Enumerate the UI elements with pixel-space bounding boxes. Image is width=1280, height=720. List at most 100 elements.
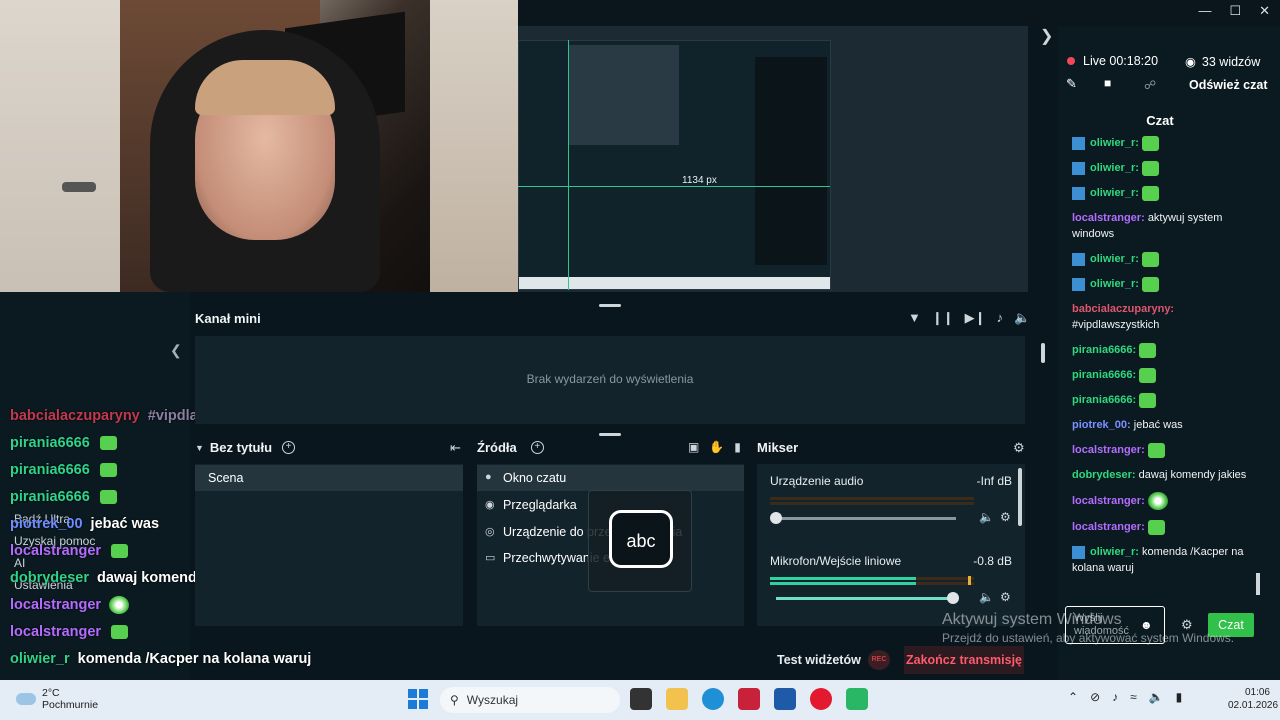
battery-icon[interactable]: ▮ [1176,690,1183,704]
emote-icon [1139,392,1157,408]
chat-username[interactable]: pirania6666: [1072,344,1136,356]
volume-slider-knob[interactable] [947,592,959,604]
gear-icon[interactable]: ⚙ [1013,440,1025,456]
scene-transition-icon[interactable]: ⇤ [450,440,461,456]
end-stream-button[interactable]: Zakończ transmisję [904,646,1024,674]
microphone-icon[interactable]: ♪ [1112,690,1118,704]
sources-toolbar: ▣ ✋ ▮ [688,440,741,454]
taskbar-search[interactable]: ⚲ Wyszukaj [440,687,620,713]
mcafee-icon[interactable] [738,688,760,710]
overlay-chat-user: piotrek_00 [10,515,83,532]
chat-message: oliwier_r: komenda /Kacper na kolana war… [1072,544,1260,576]
chat-username[interactable]: babcialaczuparyny: [1072,303,1174,315]
chevron-down-icon[interactable]: ▼ [195,443,204,453]
chat-username[interactable]: localstranger: [1072,444,1145,456]
audio-meter [770,582,974,585]
activation-title: Aktywuj system Windows [942,611,1122,628]
opera-icon[interactable] [810,688,832,710]
chevron-left-icon[interactable]: ❮ [170,342,182,359]
chat-username[interactable]: oliwier_r: [1090,187,1139,199]
wifi-icon[interactable]: ≈ [1130,690,1137,704]
add-source-icon[interactable]: + [530,441,544,454]
overlay-chat-user: oliwier_r [10,650,70,667]
record-button[interactable]: REC [868,650,890,670]
chat-username[interactable]: pirania6666: [1072,369,1136,381]
hand-icon[interactable]: ✋ [709,440,724,454]
emote-icon [1147,492,1168,510]
chat-username[interactable]: oliwier_r: [1090,253,1139,265]
skip-icon[interactable]: ▶❙ [965,310,986,326]
refresh-chat-button[interactable]: Odśwież czat [1189,78,1268,92]
volume-slider-knob[interactable] [770,512,782,524]
network-off-icon[interactable]: ⊘ [1090,690,1100,704]
resize-handle[interactable] [599,304,621,307]
popout-icon[interactable]: ■ [1104,76,1111,90]
edge-icon[interactable] [702,688,724,710]
chevron-right-icon[interactable]: ❯ [1040,26,1053,46]
chat-scrollbar[interactable] [1256,573,1260,595]
weather-widget[interactable]: 2°C Pochmurnie [16,687,98,711]
close-icon[interactable]: ✕ [1259,3,1270,19]
minimize-icon[interactable]: — [1198,3,1211,19]
resize-handle[interactable] [599,433,621,436]
chat-username[interactable]: oliwier_r: [1090,546,1139,558]
taskbar-clock[interactable]: 01:06 02.01.2026 [1228,686,1278,712]
gear-icon[interactable]: ⚙ [1000,510,1011,524]
volume-icon[interactable]: 🔈 [1149,690,1164,704]
speaker-icon[interactable]: 🔈 [979,590,994,604]
webcam-feed [0,0,518,292]
chat-text: dawaj komendy jakies [1138,469,1247,481]
chat-message: oliwier_r: [1072,251,1260,267]
maximize-icon[interactable]: ☐ [1229,3,1241,19]
store-icon[interactable] [774,688,796,710]
volume-slider-track[interactable] [776,517,956,520]
text-widget-icon: abc [609,510,673,568]
system-tray: ⌃ ⊘ ♪ ≈ 🔈 ▮ [1068,690,1182,704]
pause-icon[interactable]: ❙❙ [932,310,954,326]
chat-username[interactable]: localstranger: [1072,212,1145,224]
speaker-icon[interactable]: 🔈 [979,510,994,524]
mini-feed-scrollbar[interactable] [1041,343,1045,363]
pencil-icon[interactable]: ✎ [1066,76,1077,92]
folder-icon[interactable]: ▮ [734,440,741,454]
streamlabs-icon[interactable] [846,688,868,710]
cloud-icon [16,693,36,705]
mute-alerts-icon[interactable]: ♪ [997,310,1004,326]
share-icon[interactable]: ☍ [1144,78,1156,92]
chat-username[interactable]: dobrydeser: [1072,469,1136,481]
chat-username[interactable]: piotrek_00: [1072,419,1131,431]
chevron-up-icon[interactable]: ⌃ [1068,690,1078,704]
weather-temp: 2°C [42,687,60,699]
start-tile [408,700,417,709]
chat-messages[interactable]: oliwier_r: oliwier_r: oliwier_r: localst… [1072,135,1260,600]
add-scene-icon[interactable]: + [282,441,296,454]
nested-capture-preview [569,45,679,145]
scene-item[interactable]: Scena [195,465,463,491]
scene-collection-title[interactable]: Bez tytułu [210,440,272,455]
widget-icon[interactable]: ▣ [688,440,699,454]
test-widgets-button[interactable]: Test widżetów [777,653,861,667]
chat-username[interactable]: pirania6666: [1072,394,1136,406]
chat-username[interactable]: localstranger: [1072,495,1145,507]
chat-username[interactable]: oliwier_r: [1090,278,1139,290]
mixer-scrollbar[interactable] [1018,468,1022,526]
chat-username[interactable]: oliwier_r: [1090,162,1139,174]
chat-username[interactable]: oliwier_r: [1090,137,1139,149]
live-timer: Live 00:18:20 [1083,54,1159,68]
volume-icon[interactable]: 🔈 [1014,310,1030,326]
task-view-icon[interactable] [630,688,652,710]
audio-meter [770,502,974,505]
gear-icon[interactable]: ⚙ [1000,590,1011,604]
emote-icon [1139,342,1157,358]
source-item[interactable]: ● Okno czatu [477,465,744,491]
chat-message: babcialaczuparyny: #vipdlawszystkich [1072,301,1260,333]
webcam-door-handle [62,182,96,192]
volume-slider-track[interactable] [776,597,956,600]
screen-capture-source[interactable] [518,40,831,290]
chat-username[interactable]: localstranger: [1072,521,1145,533]
windows-start-icon[interactable] [408,689,428,709]
filter-icon[interactable]: ▼ [908,310,921,326]
alignment-guide-vertical [568,40,569,290]
emote-icon [1147,442,1165,458]
file-explorer-icon[interactable] [666,688,688,710]
